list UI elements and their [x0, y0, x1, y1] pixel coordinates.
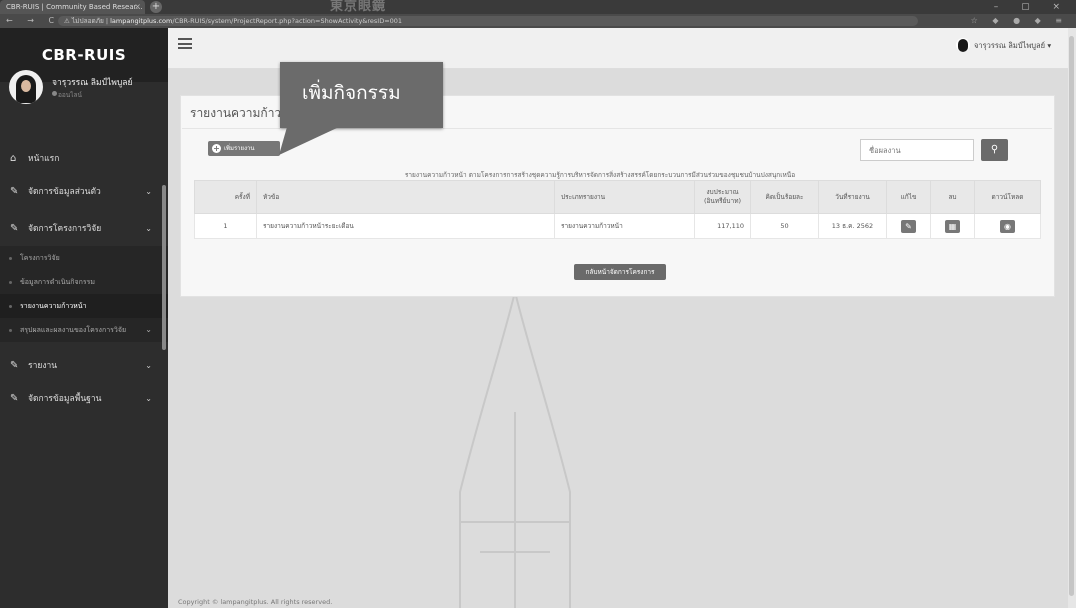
sidebar-subitem-projects[interactable]: โครงการวิจัย	[0, 246, 168, 270]
sidebar-user-name: จารุวรรณ ลิมป์ไพบูลย์	[52, 78, 133, 88]
add-report-button[interactable]: + เพิ่มรายงาน	[208, 141, 280, 156]
sidebar-item-label: จัดการข้อมูลส่วนตัว	[28, 187, 101, 197]
sidebar-subitem-progress-report[interactable]: รายงานความก้าวหน้า	[0, 294, 168, 318]
menu-toggle-icon[interactable]	[178, 38, 192, 49]
chevron-down-icon: ⌄	[145, 187, 152, 196]
footer-copyright: Copyright © lampangitplus. All rights re…	[178, 598, 333, 606]
sidebar-item-home[interactable]: ⌂ หน้าแรก	[0, 146, 168, 172]
avatar	[9, 70, 43, 104]
overlay-banner-text: 東京眼鏡	[330, 0, 387, 14]
sidebar-item-label: รายงาน	[28, 361, 58, 371]
download-cell: ◉	[974, 213, 1041, 239]
sidebar-item-reports[interactable]: ✎ รายงาน ⌄	[0, 353, 168, 379]
tab-close-icon[interactable]: ×	[134, 0, 141, 14]
search-button[interactable]: ⚲	[981, 139, 1008, 161]
window-controls[interactable]: – ▢ ×	[994, 0, 1070, 14]
chevron-down-icon: ⌄	[145, 394, 152, 403]
column-header: ดาวน์โหลด	[974, 180, 1041, 214]
address-bar[interactable]: ⚠ ไม่ปลอดภัย | lampangitplus.com/CBR-RUI…	[58, 16, 918, 26]
cell-report-date: 13 ธ.ค. 2562	[818, 213, 887, 239]
edit-button[interactable]: ✎	[901, 219, 916, 233]
column-header: ประเภทรายงาน	[554, 180, 695, 214]
download-button[interactable]: ◉	[1000, 219, 1015, 233]
url-host: lampangitplus.com	[110, 17, 173, 25]
watermark-logo-icon	[459, 292, 571, 608]
trash-icon: ▦	[948, 221, 957, 231]
cell-percent: 50	[750, 213, 819, 239]
chevron-down-icon: ⌄	[145, 224, 152, 233]
sidebar-item-master-data[interactable]: ✎ จัดการข้อมูลพื้นฐาน ⌄	[0, 386, 168, 412]
url-path: /CBR-RUIS/system/ProjectReport.php?actio…	[172, 17, 403, 25]
sidebar-item-profile[interactable]: ✎ จัดการข้อมูลส่วนตัว ⌄	[0, 179, 168, 205]
project-subtitle: รายงานความก้าวหน้า ตามโครงการการสร้างชุด…	[404, 171, 796, 179]
cell-round: 1	[194, 213, 257, 239]
online-status-icon	[52, 91, 57, 96]
sidebar-subitem-label: โครงการวิจัย	[20, 254, 60, 262]
callout-pointer-icon	[279, 127, 339, 155]
url-warning: ไม่ปลอดภัย	[71, 17, 104, 25]
sidebar-subitem-label: ข้อมูลการดำเนินกิจกรรม	[20, 278, 95, 286]
edit-cell: ✎	[886, 213, 931, 239]
progress-report-table: ครั้งที่ หัวข้อ ประเภทรายงาน งบประมาณ (อ…	[194, 180, 1041, 239]
sidebar-subitem-activities[interactable]: ข้อมูลการดำเนินกิจกรรม	[0, 270, 168, 294]
sidebar-item-label: จัดการข้อมูลพื้นฐาน	[28, 394, 102, 404]
cell-budget: 117,110	[694, 213, 751, 239]
column-header: ครั้งที่	[194, 180, 257, 214]
table-header-row: ครั้งที่ หัวข้อ ประเภทรายงาน งบประมาณ (อ…	[194, 180, 1041, 214]
search-icon: ⚲	[990, 144, 999, 155]
header-avatar[interactable]	[956, 38, 970, 52]
edit-icon: ✎	[10, 393, 19, 404]
edit-icon: ✎	[10, 186, 19, 197]
sidebar-subitem-summary[interactable]: สรุปผลและผลงานของโครงการวิจัย ⌄	[0, 318, 168, 342]
column-header: หัวข้อ	[256, 180, 555, 214]
sidebar-subitem-label: สรุปผลและผลงานของโครงการวิจัย	[20, 326, 127, 334]
table-row: 1 รายงานความก้าวหน้าระยะเดือน รายงานความ…	[194, 213, 1041, 239]
plus-icon: +	[212, 144, 221, 153]
cell-topic: รายงานความก้าวหน้าระยะเดือน	[256, 213, 555, 239]
column-header: วันที่รายงาน	[818, 180, 887, 214]
new-tab-button[interactable]: +	[150, 1, 162, 13]
home-icon: ⌂	[10, 153, 17, 164]
back-to-projects-button[interactable]: กลับหน้าจัดการโครงการ	[574, 264, 666, 280]
sidebar-subitem-label: รายงานความก้าวหน้า	[20, 302, 87, 310]
delete-button[interactable]: ▦	[945, 219, 960, 233]
callout-label: เพิ่มกิจกรรม	[280, 62, 443, 128]
pencil-icon: ✎	[905, 221, 912, 231]
chevron-down-icon: ⌄	[145, 325, 152, 334]
search-input[interactable]	[860, 139, 974, 161]
sidebar-item-label: หน้าแรก	[28, 154, 60, 164]
column-header: งบประมาณ (อินทรีย์บาท)	[694, 180, 751, 214]
browser-tab[interactable]: CBR-RUIS | Community Based Resear... ×	[0, 0, 145, 14]
column-header: ลบ	[930, 180, 975, 214]
browser-extensions[interactable]: ☆ ◆ ● ◆ ≡	[971, 14, 1068, 28]
header-user-menu[interactable]: จารุวรรณ ลิมป์ไพบูลย์ ▾	[974, 40, 1051, 52]
sidebar-scrollbar[interactable]	[162, 185, 166, 350]
chevron-down-icon: ⌄	[145, 361, 152, 370]
edit-icon: ✎	[10, 360, 19, 371]
sidebar-item-research-projects[interactable]: ✎ จัดการโครงการวิจัย ⌄	[0, 216, 168, 242]
add-report-label: เพิ่มรายงาน	[224, 145, 255, 152]
sidebar-user-status: ออนไลน์	[58, 91, 82, 99]
edit-icon: ✎	[10, 223, 19, 234]
cell-report-type: รายงานความก้าวหน้า	[554, 213, 695, 239]
browser-tab-title: CBR-RUIS | Community Based Resear...	[6, 3, 143, 11]
column-header: คิดเป็นร้อยละ	[750, 180, 819, 214]
page-scrollbar-thumb[interactable]	[1069, 36, 1074, 596]
sidebar-item-label: จัดการโครงการวิจัย	[28, 224, 102, 234]
download-icon: ◉	[1004, 221, 1011, 231]
column-header: แก้ไข	[886, 180, 931, 214]
delete-cell: ▦	[930, 213, 975, 239]
